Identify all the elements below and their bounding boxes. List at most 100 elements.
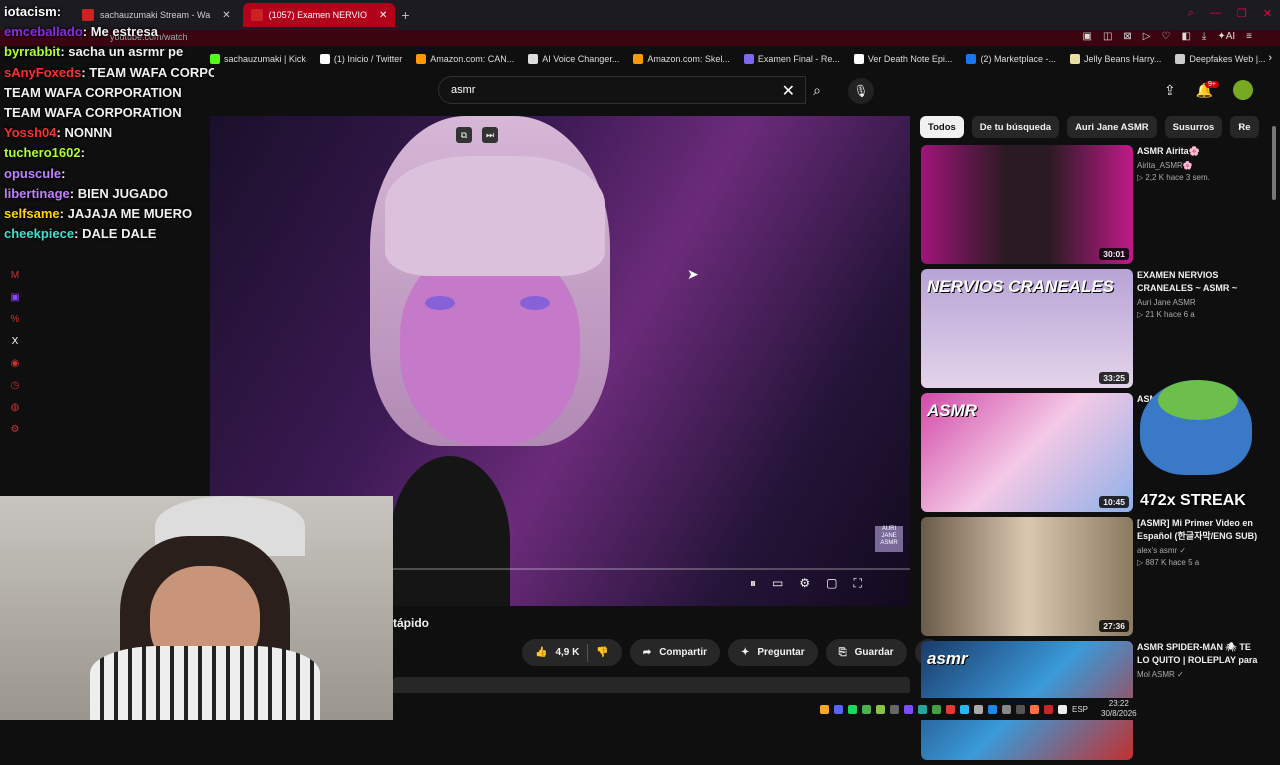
tray-icon[interactable]	[946, 704, 955, 714]
settings-icon[interactable]: ⚙	[799, 576, 810, 591]
recommendation-thumbnail[interactable]: NERVIOS CRANEALES 33:25	[921, 269, 1133, 388]
miniplayer-icon[interactable]: ⧉	[456, 127, 472, 143]
tray-icon[interactable]	[820, 704, 829, 714]
next-icon[interactable]: ⏭	[482, 127, 498, 143]
bookmark-item[interactable]: Examen Final - Re...	[743, 54, 840, 64]
tray-icon[interactable]	[974, 704, 983, 714]
description-box[interactable]	[393, 677, 910, 693]
extension-icon[interactable]: ◫	[1103, 31, 1112, 42]
download-icon[interactable]: ⤓	[1202, 31, 1206, 42]
ask-button[interactable]: ✦ Preguntar	[728, 639, 818, 666]
share-button[interactable]: ➦ Compartir	[629, 639, 720, 666]
bookmark-item[interactable]: (2) Marketplace -...	[966, 54, 1056, 64]
bookmark-item[interactable]: (1) Inicio / Twitter	[319, 54, 402, 64]
bookmarks-overflow-icon[interactable]: ›	[1268, 52, 1272, 64]
browser-tab[interactable]: (1057) Examen NERVIO ✕	[242, 3, 396, 27]
recommendation-thumbnail[interactable]: 30:01	[921, 145, 1133, 264]
tray-icon[interactable]	[1016, 704, 1025, 714]
search-button[interactable]: ⌕	[800, 76, 834, 104]
recommendation-title[interactable]: ASMR Airita🌸	[1137, 145, 1262, 158]
kick-icon[interactable]: M	[11, 270, 19, 281]
gear-icon[interactable]: ⚙	[11, 424, 20, 435]
shield-icon[interactable]: ⊠	[1123, 31, 1131, 42]
filter-chip[interactable]: De tu búsqueda	[971, 116, 1060, 138]
bookmark-icon[interactable]: ▣	[1082, 31, 1091, 42]
recommendation-thumbnail[interactable]: 27:36	[921, 517, 1133, 636]
x-icon[interactable]: X	[12, 336, 19, 347]
tray-icon[interactable]	[904, 704, 913, 714]
avatar[interactable]	[1233, 80, 1254, 100]
tray-icon[interactable]	[918, 704, 927, 714]
tray-icon[interactable]	[876, 704, 885, 714]
tray-icon[interactable]	[960, 704, 969, 714]
fullscreen-icon[interactable]: ⛶	[853, 576, 861, 591]
bookmark-item[interactable]: AI Voice Changer...	[528, 54, 619, 64]
bookmark-item[interactable]: Amazon.com: Skel...	[633, 54, 730, 64]
bookmark-item[interactable]: sachauzumaki | Kick	[210, 54, 306, 64]
chat-icon[interactable]: ◍	[11, 402, 20, 413]
tray-icon[interactable]	[1058, 704, 1067, 714]
heart-icon[interactable]: ♡	[1161, 31, 1170, 42]
recommendation-item[interactable]: NERVIOS CRANEALES 33:25 EXAMEN NERVIOS CRA…	[921, 269, 1261, 393]
recommendation-title[interactable]: EXAMEN NERVIOS CRANEALES ~ ASMR ~ CRANIA…	[1137, 269, 1262, 295]
tray-icon[interactable]	[1002, 704, 1011, 714]
close-icon[interactable]: ✕	[1263, 7, 1272, 20]
filter-chip[interactable]: Susurros	[1164, 116, 1223, 138]
bookmark-item[interactable]: Amazon.com: CAN...	[416, 54, 514, 64]
language-indicator[interactable]: ESP	[1072, 705, 1088, 714]
recommendation-item[interactable]: 27:36 [ASMR] Mi Primer Video en Español (…	[921, 517, 1261, 641]
bookmark-item[interactable]: Ver Death Note Epi...	[853, 54, 952, 64]
bookmark-item[interactable]: Deepfakes Web |...	[1175, 54, 1266, 64]
theater-mode-icon[interactable]: ▢	[826, 576, 837, 591]
tray-icon[interactable]	[834, 704, 843, 714]
filter-chip[interactable]: Todos	[920, 116, 964, 138]
recommendation-title[interactable]: ASMR SPIDER-MAN 🕷 TE LO QUITO | ROLEPLAY…	[1137, 641, 1262, 667]
filter-chip[interactable]: Auri Jane ASMR	[1067, 116, 1157, 138]
recommendation-channel[interactable]: Auri Jane ASMR	[1137, 298, 1262, 307]
dislike-icon[interactable]: 👎	[596, 647, 608, 658]
ai-icon[interactable]: ✦AI	[1217, 31, 1235, 42]
recommendation-item[interactable]: 30:01 ASMR Airita🌸 Airita_ASMR🌸 ▷ 2,2 K hac…	[921, 145, 1261, 269]
twitch-icon[interactable]: ▣	[10, 292, 19, 303]
recommendation-thumbnail[interactable]: ASMR 10:45	[921, 393, 1133, 512]
close-icon[interactable]: ✕	[379, 10, 387, 21]
upload-icon[interactable]: ⇪	[1164, 82, 1176, 99]
profile-icon[interactable]: ◧	[1181, 31, 1190, 42]
close-icon[interactable]: ✕	[222, 10, 230, 21]
new-tab-button[interactable]: +	[401, 7, 409, 23]
autoplay-toggle-icon[interactable]: ⏸	[750, 576, 756, 591]
tray-icon[interactable]	[848, 704, 857, 714]
scrollbar[interactable]	[1272, 126, 1276, 200]
recommendation-title[interactable]: [ASMR] Mi Primer Video en Español (한글자막/…	[1137, 517, 1262, 543]
filter-chip[interactable]: Re	[1230, 116, 1259, 138]
recommendation-channel[interactable]: Mol ASMR ✓	[1137, 670, 1262, 679]
restore-icon[interactable]: ❐	[1237, 7, 1247, 20]
bookmark-label: Deepfakes Web |...	[1189, 54, 1266, 64]
tray-icon[interactable]	[932, 704, 941, 714]
clock[interactable]: 23:22 30/8/2026	[1101, 699, 1137, 719]
tray-icon[interactable]	[988, 704, 997, 714]
save-button[interactable]: ⎘ Guardar	[825, 639, 907, 666]
voice-search-button[interactable]: 🎙	[848, 78, 874, 104]
subtitles-icon[interactable]: ▭	[772, 576, 783, 591]
minimize-icon[interactable]: —	[1210, 7, 1221, 20]
search-input[interactable]: asmr ✕	[438, 76, 806, 104]
recommendation-channel[interactable]: alex's asmr ✓	[1137, 546, 1262, 555]
play-icon[interactable]: ▷	[1143, 31, 1151, 42]
percent-icon[interactable]: %	[11, 314, 20, 325]
recommendation-channel[interactable]: Airita_ASMR🌸	[1137, 161, 1262, 170]
like-count[interactable]: 4,9 K	[555, 647, 579, 658]
tray-icon[interactable]	[1030, 704, 1039, 714]
tray-icon[interactable]	[890, 704, 899, 714]
channel-watermark[interactable]: AURI JANE ASMR	[875, 526, 903, 552]
like-icon[interactable]: 👍	[535, 647, 547, 658]
bookmark-item[interactable]: Jelly Beans Harry...	[1069, 54, 1161, 64]
record-icon[interactable]: ◉	[11, 358, 20, 369]
search-icon[interactable]: ⌕	[1188, 7, 1194, 20]
tray-icon[interactable]	[1044, 704, 1053, 714]
menu-icon[interactable]: ≡	[1246, 31, 1252, 42]
clock-icon[interactable]: ◷	[11, 380, 20, 391]
clear-search-icon[interactable]: ✕	[782, 81, 795, 101]
tray-icon[interactable]	[862, 704, 871, 714]
chevron-right-icon[interactable]: ›	[1238, 119, 1242, 133]
